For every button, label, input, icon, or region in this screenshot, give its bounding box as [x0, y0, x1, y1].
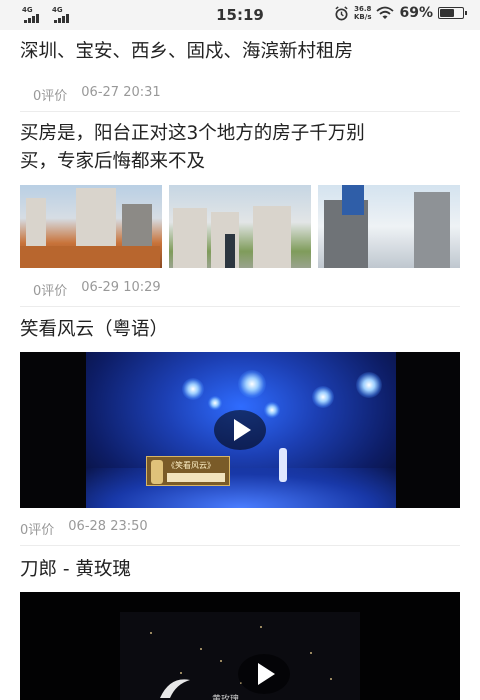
feed-item-title[interactable]: 深圳、宝安、西乡、固戍、海滨新村租房: [20, 38, 460, 66]
video-player[interactable]: 《笑看风云》: [20, 352, 460, 508]
publish-date: 06-28 23:50: [68, 519, 148, 534]
video-caption: 黄玫瑰: [212, 695, 240, 700]
feed-item-title[interactable]: 笑看风云（粤语）: [20, 316, 460, 344]
divider: [20, 111, 460, 112]
publish-date: 06-27 20:31: [81, 85, 161, 100]
comment-count: 0评价: [33, 284, 68, 299]
feed-item[interactable]: 刀郎 - 黄玫瑰: [20, 556, 460, 584]
feed-item-title[interactable]: 刀郎 - 黄玫瑰: [20, 556, 460, 584]
battery-level: [440, 9, 455, 17]
battery-percent: 69%: [399, 5, 433, 21]
play-icon: [233, 419, 251, 441]
feed-item-meta: 0评价 06-28 23:50: [20, 519, 460, 538]
play-button[interactable]: [238, 654, 290, 694]
divider: [20, 545, 460, 546]
alarm-icon: [335, 5, 348, 20]
feed-item-title-line[interactable]: 买房是，阳台正对这3个地方的房子千万别: [20, 120, 460, 148]
swirl-graphic: [160, 679, 190, 698]
image-row[interactable]: [20, 185, 460, 268]
wifi-icon: [376, 6, 395, 19]
play-button[interactable]: [214, 410, 266, 450]
speed-value: 36.8: [354, 5, 372, 13]
feed-item-meta: 0评价 06-29 10:29: [33, 280, 473, 299]
publish-date: 06-29 10:29: [81, 280, 161, 295]
network-speed: 36.8 KB/s: [354, 5, 371, 21]
feed-item[interactable]: 笑看风云（粤语）: [20, 316, 460, 344]
feed-item[interactable]: 买房是，阳台正对这3个地方的房子千万别 买，专家后悔都来不及: [20, 120, 460, 176]
thumbnail-image[interactable]: [20, 185, 162, 268]
comment-count: 0评价: [20, 523, 55, 538]
play-icon: [257, 663, 275, 685]
thumbnail-image[interactable]: [318, 185, 460, 268]
speed-unit: KB/s: [354, 13, 372, 21]
feed-item[interactable]: 深圳、宝安、西乡、固戍、海滨新村租房: [20, 38, 460, 66]
comment-count: 0评价: [33, 89, 68, 104]
thumbnail-image[interactable]: [169, 185, 311, 268]
status-icons: 36.8 KB/s 69%: [334, 5, 467, 21]
feed-item-meta: 0评价 06-27 20:31: [33, 85, 473, 104]
status-bar: 4G 4G 15:19 36.8 KB/s 69%: [0, 0, 480, 30]
feed-item-title-line[interactable]: 买，专家后悔都来不及: [20, 148, 460, 176]
video-player[interactable]: 黄玫瑰: [20, 592, 460, 700]
divider: [20, 306, 460, 307]
video-caption-box: 《笑看风云》: [146, 456, 230, 486]
battery-icon: [438, 7, 467, 19]
video-caption: 《笑看风云》: [167, 461, 215, 470]
